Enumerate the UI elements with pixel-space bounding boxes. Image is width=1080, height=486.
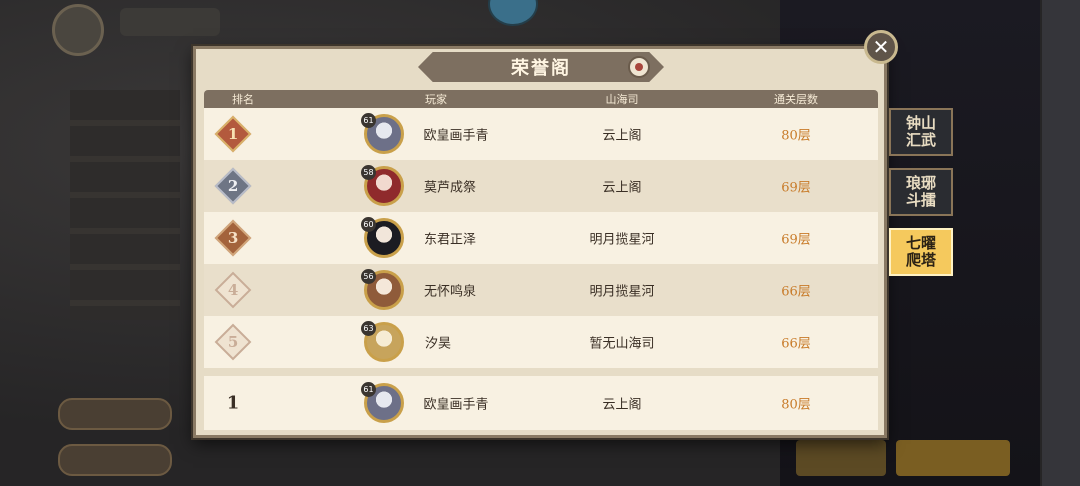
- rank-badge: 2: [214, 167, 252, 205]
- background-bottom-button: [796, 440, 886, 476]
- player-avatar[interactable]: 61: [361, 113, 404, 154]
- tab-qiyao-pata[interactable]: 七曜爬塔: [889, 228, 953, 276]
- tab-langya-douli[interactable]: 琅琊斗擂: [889, 168, 953, 216]
- background-bottom-button: [896, 440, 1010, 476]
- my-rank-row[interactable]: 1 61 欧皇画手青 云上阁 80层: [204, 376, 878, 430]
- table-row[interactable]: 1 61 欧皇画手青 云上阁 80层: [204, 108, 878, 160]
- table-header: 排名 玩家 山海司 通关层数: [204, 90, 878, 108]
- level-badge: 61: [361, 113, 376, 128]
- floor-count: 66层: [781, 284, 811, 300]
- header-player: 玩家: [425, 93, 447, 106]
- close-button[interactable]: ✕: [864, 30, 898, 64]
- table-row[interactable]: 3 60 东君正泽 明月揽星河 69层: [204, 212, 878, 264]
- player-avatar[interactable]: 56: [361, 269, 404, 310]
- header-floors: 通关层数: [774, 93, 818, 106]
- level-badge: 63: [361, 321, 376, 336]
- rank-badge: 3: [214, 219, 252, 257]
- player-avatar[interactable]: 60: [361, 217, 404, 258]
- rank-badge: 4: [214, 271, 252, 309]
- background-avatar-icon: [52, 4, 104, 56]
- my-player-name: 欧皇画手青: [423, 397, 489, 413]
- my-floor-count: 80层: [781, 397, 811, 413]
- player-name: 无怀鸣泉: [423, 284, 477, 300]
- header-guild: 山海司: [605, 93, 639, 106]
- background-right-edge: [1042, 0, 1080, 486]
- level-badge: 61: [361, 382, 376, 397]
- level-badge: 60: [361, 217, 376, 232]
- player-name: 东君正泽: [423, 232, 477, 248]
- background-name-plate: [120, 8, 220, 36]
- table-row[interactable]: 2 58 莫芦成祭 云上阁 69层: [204, 160, 878, 212]
- table-row[interactable]: 4 56 无怀鸣泉 明月揽星河 66层: [204, 264, 878, 316]
- my-rank: 1: [226, 392, 240, 414]
- my-guild-name: 云上阁: [602, 397, 642, 413]
- player-avatar[interactable]: 58: [361, 165, 404, 206]
- floor-count: 69层: [781, 180, 811, 196]
- rank-badge: 5: [214, 323, 252, 361]
- player-name: 欧皇画手青: [423, 128, 489, 144]
- floor-count: 80层: [781, 128, 811, 144]
- player-name: 汐昊: [424, 336, 452, 352]
- guild-name: 暂无山海司: [589, 336, 655, 352]
- header-rank: 排名: [232, 93, 254, 106]
- level-badge: 56: [361, 269, 376, 284]
- player-name: 莫芦成祭: [423, 180, 477, 196]
- tab-zhongshan-huiwu[interactable]: 钟山汇武: [889, 108, 953, 156]
- floor-count: 69层: [781, 232, 811, 248]
- guild-name: 云上阁: [602, 128, 642, 144]
- guild-name: 明月揽星河: [589, 284, 655, 300]
- background-left-button: [58, 398, 172, 430]
- my-avatar[interactable]: 61: [361, 382, 404, 423]
- background-menu-column: [70, 90, 180, 320]
- level-badge: 58: [361, 165, 376, 180]
- table-row[interactable]: 5 63 汐昊 暂无山海司 66层: [204, 316, 878, 368]
- player-avatar[interactable]: 63: [361, 321, 404, 362]
- guild-name: 明月揽星河: [589, 232, 655, 248]
- floor-count: 66层: [781, 336, 811, 352]
- guild-name: 云上阁: [602, 180, 642, 196]
- rank-badge: 1: [214, 115, 252, 153]
- dialog-title: 荣誉阁: [511, 58, 571, 79]
- background-left-button: [58, 444, 172, 476]
- medal-icon: [628, 56, 650, 78]
